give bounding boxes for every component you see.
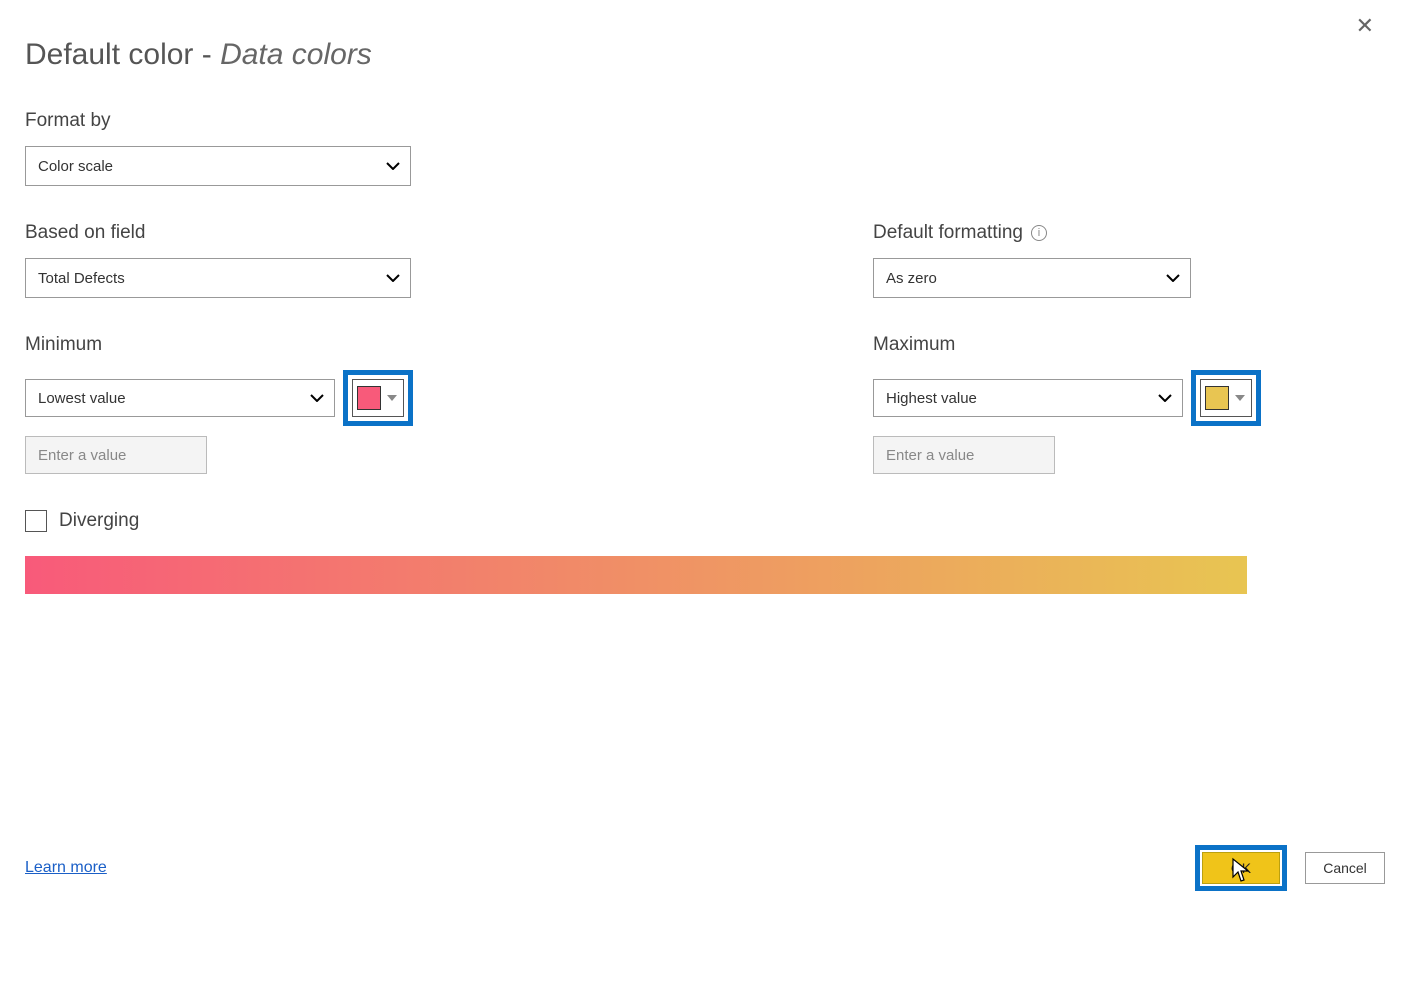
highlight-ok-button: OK — [1195, 845, 1287, 891]
maximum-section: Maximum Highest value — [873, 334, 1261, 474]
ok-button[interactable]: OK — [1202, 852, 1280, 884]
info-icon[interactable]: i — [1031, 225, 1047, 241]
default-formatting-select[interactable]: As zero — [873, 258, 1191, 298]
maximum-label: Maximum — [873, 334, 1261, 356]
minimum-label: Minimum — [25, 334, 873, 356]
gradient-preview — [25, 556, 1247, 594]
chevron-down-icon — [387, 395, 397, 401]
diverging-label: Diverging — [59, 510, 139, 532]
minimum-color-swatch — [357, 386, 381, 410]
minimum-section: Minimum Lowest value — [25, 334, 873, 474]
format-by-select[interactable]: Color scale — [25, 146, 411, 186]
diverging-row: Diverging — [25, 510, 1385, 532]
dialog-content: Default color - Data colors Format by Co… — [0, 0, 1410, 594]
dialog-title: Default color - Data colors — [25, 38, 1385, 72]
format-by-section: Format by Color scale — [25, 110, 1385, 186]
learn-more-link[interactable]: Learn more — [25, 859, 107, 877]
conditional-formatting-dialog: ✕ Default color - Data colors Format by … — [0, 0, 1410, 1001]
maximum-select[interactable]: Highest value — [873, 379, 1183, 417]
title-main: Default color - — [25, 38, 220, 71]
cancel-button[interactable]: Cancel — [1305, 852, 1385, 884]
chevron-down-icon — [1235, 395, 1245, 401]
minimum-select[interactable]: Lowest value — [25, 379, 335, 417]
format-by-label: Format by — [25, 110, 1385, 132]
footer-buttons: OK Cancel — [1195, 845, 1385, 891]
min-max-row: Minimum Lowest value Maximum — [25, 334, 1385, 474]
minimum-value-input[interactable] — [25, 436, 207, 474]
based-on-field-label: Based on field — [25, 222, 873, 244]
maximum-color-swatch — [1205, 386, 1229, 410]
close-icon: ✕ — [1356, 13, 1374, 38]
close-button[interactable]: ✕ — [1350, 14, 1380, 38]
title-sub: Data colors — [220, 38, 372, 71]
highlight-min-color — [343, 370, 413, 426]
diverging-checkbox[interactable] — [25, 510, 47, 532]
maximum-value-input[interactable] — [873, 436, 1055, 474]
field-formatting-row: Based on field Total Defects Default for… — [25, 222, 1385, 298]
default-formatting-label: Default formatting i — [873, 222, 1191, 244]
based-on-field-section: Based on field Total Defects — [25, 222, 873, 298]
highlight-max-color — [1191, 370, 1261, 426]
minimum-color-picker[interactable] — [352, 379, 404, 417]
dialog-footer: Learn more OK Cancel — [25, 845, 1385, 891]
default-formatting-section: Default formatting i As zero — [873, 222, 1191, 298]
based-on-field-select[interactable]: Total Defects — [25, 258, 411, 298]
maximum-color-picker[interactable] — [1200, 379, 1252, 417]
